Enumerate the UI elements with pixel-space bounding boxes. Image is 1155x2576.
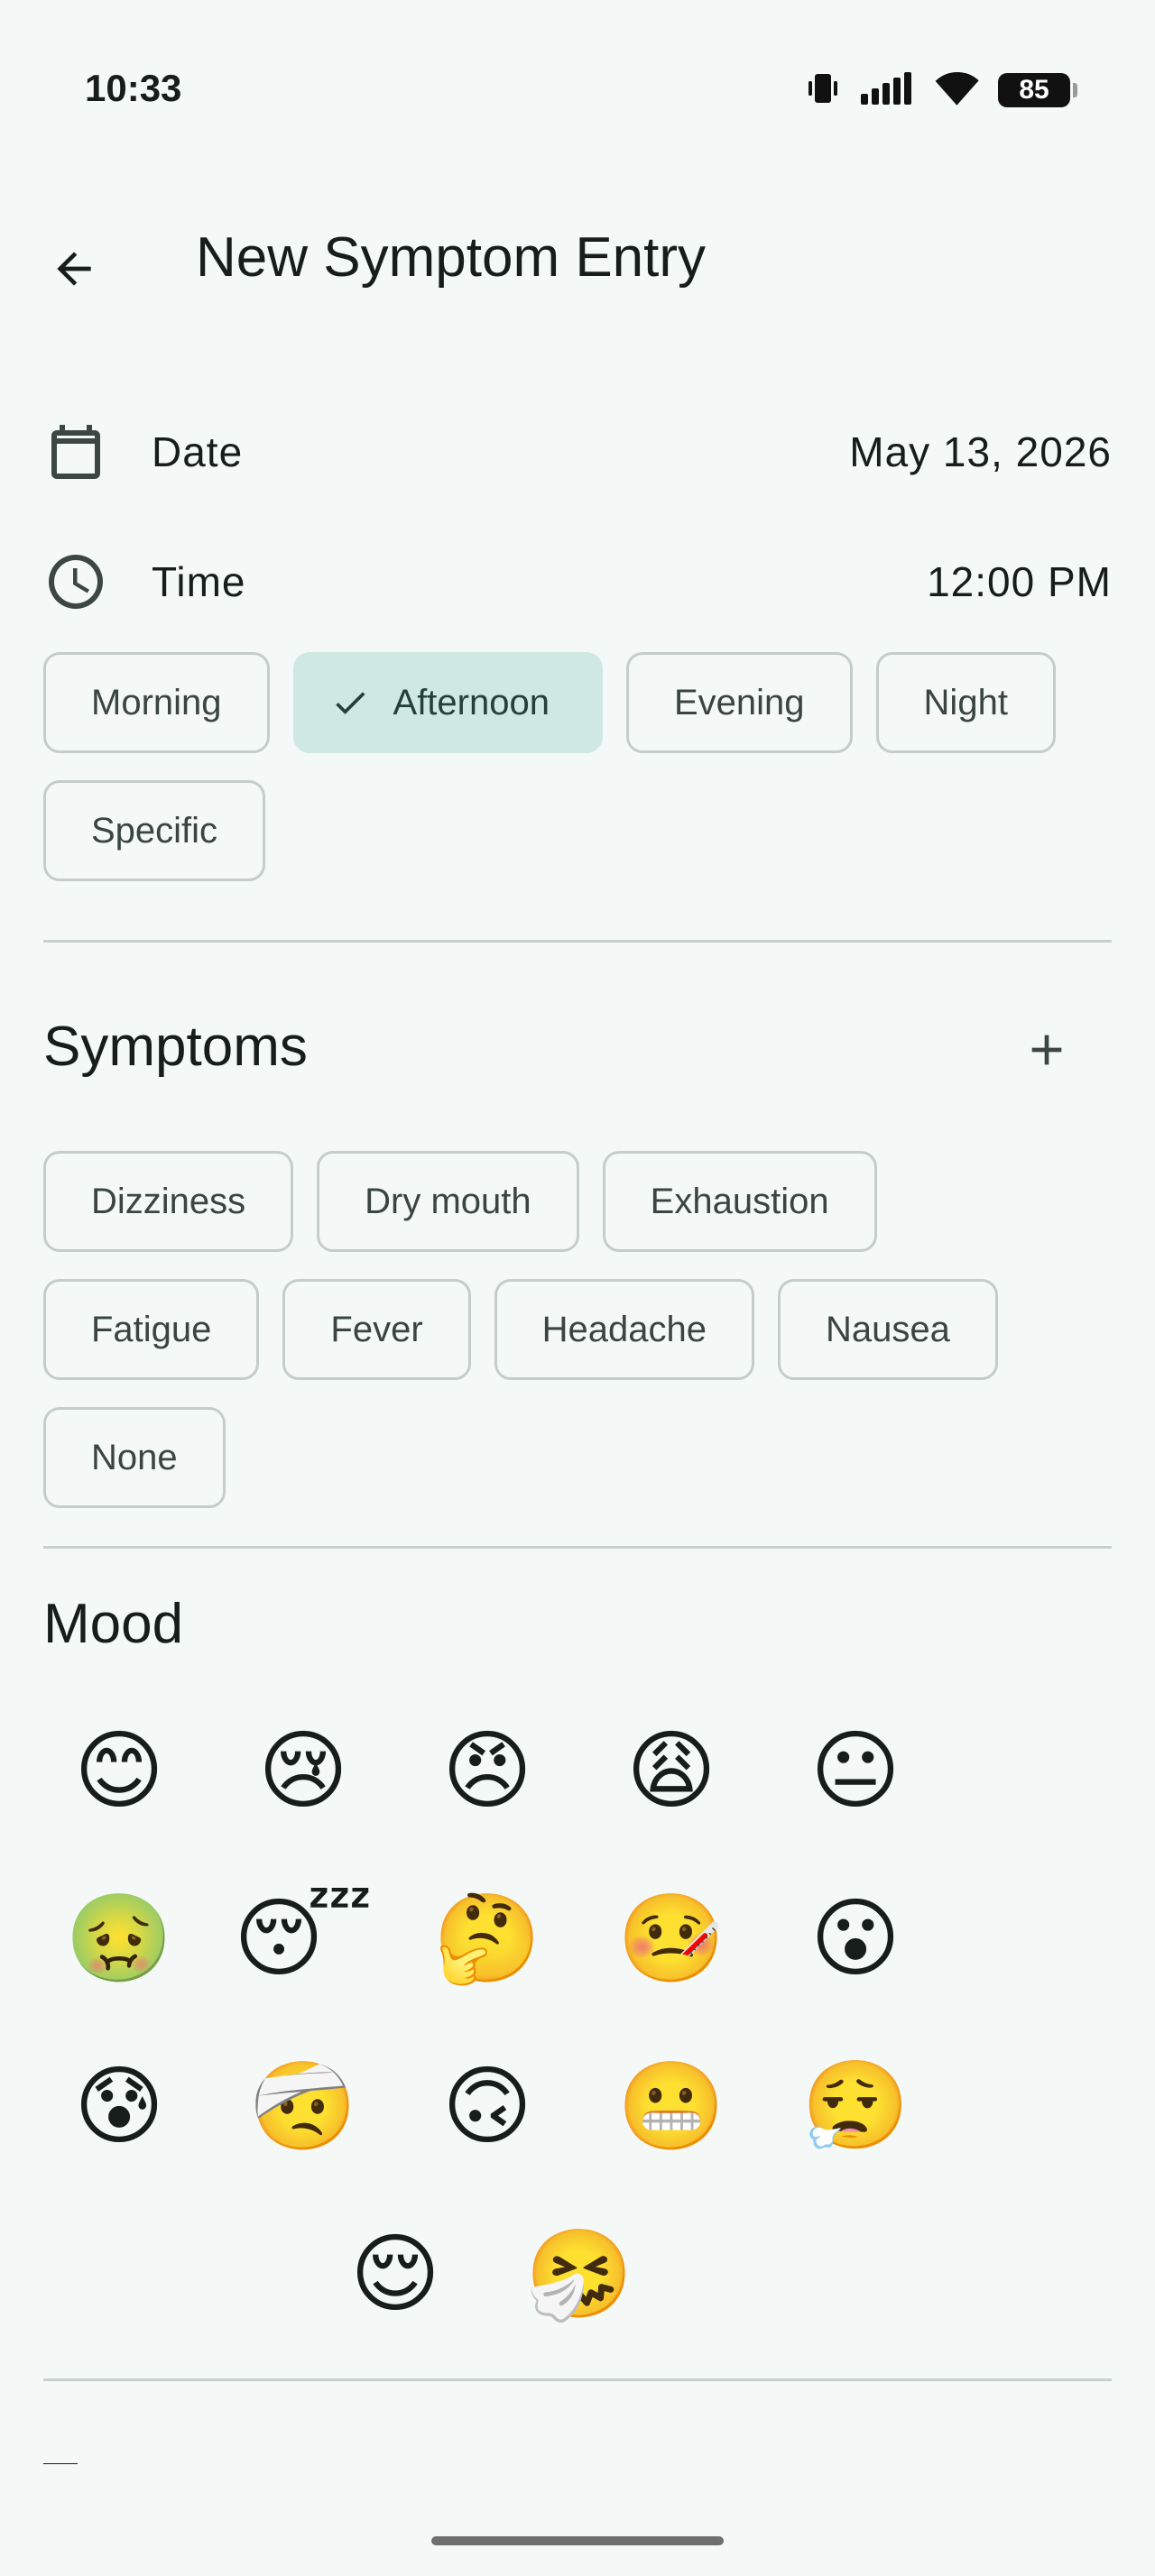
chip-morning[interactable]: Morning [43, 652, 270, 753]
status-icons: 85 [805, 70, 1077, 110]
chip-dry-mouth[interactable]: Dry mouth [317, 1151, 579, 1252]
calendar-icon [43, 419, 108, 484]
check-icon [330, 683, 370, 722]
symptom-chips: Dizziness Dry mouth Exhaustion Fatigue F… [43, 1151, 1112, 1508]
symptoms-title: Symptoms [43, 1016, 308, 1078]
exhaling-face-icon[interactable]: 😮‍💨 [801, 2052, 910, 2160]
relieved-face-icon[interactable]: 😌 [341, 2220, 449, 2328]
thermometer-face-icon[interactable]: 🤒 [617, 1884, 725, 1992]
chip-nausea[interactable]: Nausea [778, 1279, 998, 1380]
chip-specific[interactable]: Specific [43, 780, 266, 881]
chip-fever[interactable]: Fever [282, 1279, 471, 1380]
status-bar: 10:33 85 [0, 0, 1155, 180]
date-value[interactable]: May 13, 2026 [849, 428, 1112, 476]
home-indicator[interactable] [431, 2536, 724, 2545]
thinking-face-icon[interactable]: 🤔 [433, 1884, 541, 1992]
back-button[interactable] [36, 231, 112, 307]
sneezing-face-icon[interactable]: 🤧 [525, 2220, 633, 2328]
battery-indicator: 85 [998, 73, 1077, 107]
nauseated-face-icon[interactable]: 🤢 [65, 1884, 173, 1992]
chip-fatigue[interactable]: Fatigue [43, 1279, 260, 1380]
anxious-sweat-face-icon[interactable]: 😰 [65, 2052, 173, 2160]
sleeping-face-icon[interactable]: 😴 [234, 1884, 373, 1992]
time-of-day-chips: Morning Afternoon Evening Night Specific [43, 652, 1112, 881]
chip-exhaustion[interactable]: Exhaustion [602, 1151, 877, 1252]
time-value[interactable]: 12:00 PM [927, 557, 1112, 606]
chip-afternoon-label: Afternoon [393, 682, 550, 722]
status-time: 10:33 [85, 67, 182, 109]
chip-evening[interactable]: Evening [625, 652, 853, 753]
signal-icon [859, 70, 917, 110]
time-label: Time [152, 558, 246, 605]
app-bar: New Symptom Entry [0, 198, 1155, 325]
chip-night[interactable]: Night [875, 652, 1056, 753]
chip-none[interactable]: None [43, 1407, 226, 1508]
smiling-face-icon[interactable]: 😊 [65, 1716, 173, 1825]
add-symptom-button[interactable] [1011, 1014, 1083, 1086]
divider [43, 940, 1112, 943]
chip-headache[interactable]: Headache [494, 1279, 755, 1380]
angry-face-icon[interactable]: 😠 [433, 1716, 541, 1825]
divider [43, 2378, 1112, 2381]
bandage-face-icon[interactable]: 🤕 [249, 2052, 357, 2160]
surprised-face-icon[interactable]: 😮 [801, 1884, 910, 1992]
mood-title: Mood [43, 1593, 184, 1655]
chip-dizziness[interactable]: Dizziness [43, 1151, 294, 1252]
time-row[interactable]: Time 12:00 PM [43, 541, 1112, 622]
date-row[interactable]: Date May 13, 2026 [43, 411, 1112, 492]
clock-icon [43, 549, 108, 614]
vibrate-icon [805, 70, 841, 110]
next-section-heading [43, 2455, 260, 2464]
wifi-icon [935, 70, 980, 110]
chip-afternoon[interactable]: Afternoon [292, 652, 603, 753]
divider [43, 1546, 1112, 1549]
date-label: Date [152, 428, 244, 475]
weary-face-icon[interactable]: 😩 [617, 1716, 725, 1825]
arrow-back-icon [57, 252, 91, 286]
page-title: New Symptom Entry [196, 226, 707, 289]
grimacing-face-icon[interactable]: 😬 [617, 2052, 725, 2160]
plus-icon [1031, 1035, 1062, 1065]
crying-face-icon[interactable]: 😢 [249, 1716, 357, 1825]
upside-down-face-icon[interactable]: 🙃 [433, 2052, 541, 2160]
neutral-face-icon[interactable]: 😐 [801, 1716, 910, 1825]
